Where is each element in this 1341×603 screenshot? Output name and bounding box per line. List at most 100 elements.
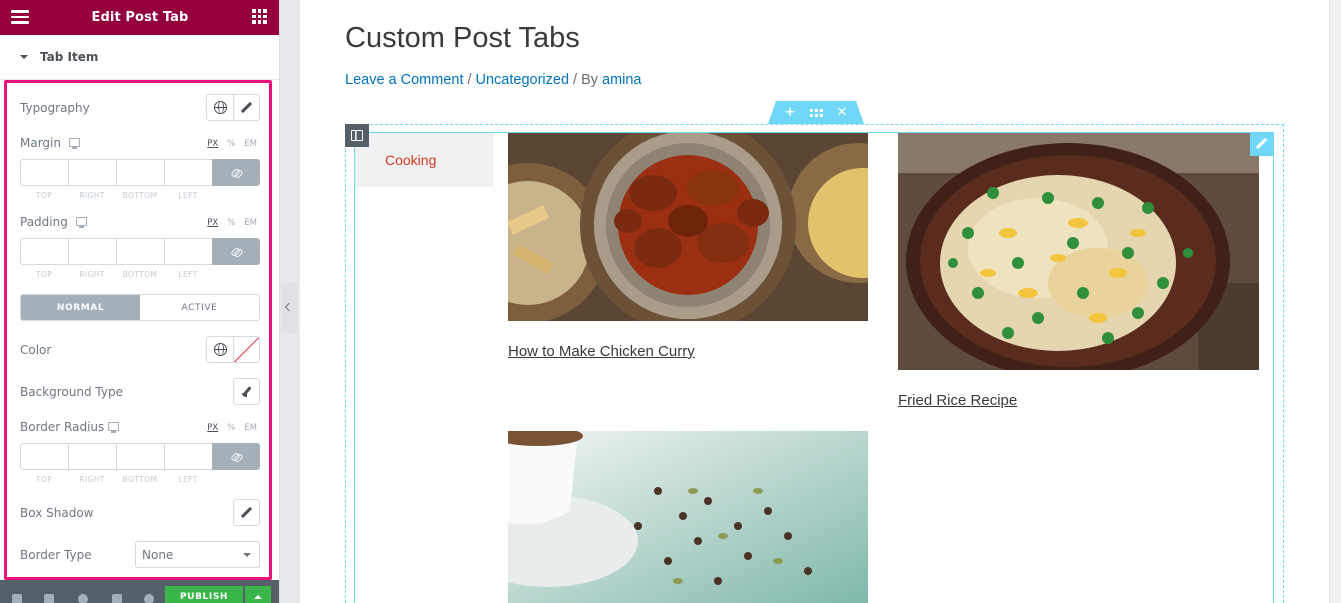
chicken-curry-photo (508, 133, 868, 321)
unit-em[interactable]: EM (244, 218, 257, 228)
radius-bottom-input[interactable] (116, 443, 164, 470)
radius-left-input[interactable] (164, 443, 212, 470)
panel-header: Edit Post Tab (0, 0, 279, 35)
navigator-icon[interactable] (44, 594, 54, 603)
author-link[interactable]: amina (602, 72, 642, 88)
padding-right-input[interactable] (68, 238, 116, 265)
leave-comment-link[interactable]: Leave a Comment (345, 72, 463, 88)
color-global-button[interactable] (206, 336, 233, 363)
add-section-icon[interactable]: + (785, 105, 796, 120)
padding-left-input[interactable] (164, 238, 212, 265)
edit-widget-button[interactable] (1250, 132, 1274, 156)
publish-button[interactable]: PUBLISH (165, 586, 243, 603)
meta-separator: / (467, 72, 472, 88)
margin-right-input[interactable] (68, 159, 116, 186)
padding-top-input[interactable] (20, 238, 68, 265)
section-title: Tab Item (40, 50, 99, 64)
unit-em[interactable]: EM (244, 139, 257, 149)
margin-dimensions (20, 159, 260, 186)
highlight-box (4, 80, 272, 580)
dim-label-top: TOP (35, 475, 53, 484)
margin-left-input[interactable] (164, 159, 212, 186)
section-handle: + ✕ (768, 101, 864, 124)
border-type-value: None (142, 547, 174, 562)
hamburger-menu-icon[interactable] (11, 10, 29, 24)
caret-down-icon (20, 55, 28, 59)
post-title-link[interactable]: How to Make Chicken Curry (508, 343, 695, 360)
page-title: Custom Post Tabs (345, 22, 580, 54)
globe-icon (213, 101, 227, 114)
desktop-icon[interactable] (108, 422, 119, 433)
preview-scrollbar[interactable] (1329, 0, 1341, 603)
panel-footer: PUBLISH (0, 580, 279, 603)
tea-cloves-image[interactable] (508, 431, 868, 603)
margin-top-input[interactable] (20, 159, 68, 186)
editor-panel: Edit Post Tab Tab Item Typography Margin… (0, 0, 280, 603)
box-shadow-edit-button[interactable] (233, 499, 260, 526)
desktop-icon[interactable] (76, 217, 87, 228)
margin-bottom-input[interactable] (116, 159, 164, 186)
category-link[interactable]: Uncategorized (476, 72, 570, 88)
box-shadow-label: Box Shadow (20, 506, 94, 520)
margin-link-button[interactable] (212, 159, 260, 186)
radius-dim-labels: TOP RIGHT BOTTOM LEFT (20, 475, 212, 484)
background-type-button[interactable] (233, 378, 260, 405)
responsive-icon[interactable] (112, 594, 122, 603)
fried-rice-photo (898, 133, 1259, 370)
drag-section-icon[interactable] (809, 108, 823, 117)
unit-percent[interactable]: % (227, 423, 235, 433)
unit-px[interactable]: PX (207, 139, 218, 149)
unit-em[interactable]: EM (244, 423, 257, 433)
post-meta: Leave a Comment / Uncategorized / By ami… (345, 72, 642, 88)
unit-px[interactable]: PX (207, 423, 218, 433)
preview-eye-icon[interactable] (144, 594, 154, 603)
panel-title: Edit Post Tab (91, 10, 189, 25)
meta-by: / By (573, 72, 598, 88)
tab-normal[interactable]: NORMAL (21, 295, 140, 320)
color-label: Color (20, 343, 52, 357)
unit-percent[interactable]: % (227, 218, 235, 228)
preview-canvas: Custom Post Tabs Leave a Comment / Uncat… (300, 0, 1329, 603)
dim-label-bottom: BOTTOM (122, 475, 158, 484)
padding-label: Padding (20, 215, 68, 229)
unit-px[interactable]: PX (207, 218, 218, 228)
border-type-select[interactable]: None (135, 541, 260, 568)
history-icon[interactable] (78, 594, 88, 603)
tab-active[interactable]: ACTIVE (140, 295, 259, 320)
padding-dimensions (20, 238, 260, 265)
padding-link-button[interactable] (212, 238, 260, 265)
typography-global-button[interactable] (206, 94, 233, 121)
tab-cooking[interactable]: Cooking (355, 133, 493, 187)
dim-label-left: LEFT (178, 475, 198, 484)
post-title-link[interactable]: Fried Rice Recipe (898, 392, 1017, 409)
color-picker-button[interactable] (233, 336, 260, 363)
radius-link-button[interactable] (212, 443, 260, 470)
globe-icon (213, 343, 227, 356)
collapse-panel-button[interactable] (281, 283, 298, 333)
section-toggle-tab-item[interactable]: Tab Item (0, 35, 279, 80)
unit-percent[interactable]: % (227, 139, 235, 149)
widgets-grid-icon[interactable] (252, 9, 267, 24)
desktop-icon[interactable] (69, 138, 80, 149)
publish-options-button[interactable] (245, 586, 271, 603)
radius-right-input[interactable] (68, 443, 116, 470)
dim-label-right: RIGHT (79, 191, 105, 200)
pencil-icon (1256, 138, 1268, 150)
chicken-curry-image[interactable] (508, 133, 868, 321)
delete-section-icon[interactable]: ✕ (837, 105, 848, 120)
padding-units: PX % EM (207, 218, 257, 228)
radius-top-input[interactable] (20, 443, 68, 470)
border-radius-label: Border Radius (20, 420, 105, 434)
typography-edit-button[interactable] (233, 94, 260, 121)
border-radius-dimensions (20, 443, 260, 470)
fried-rice-image[interactable] (898, 133, 1259, 370)
link-icon (231, 167, 242, 178)
column-handle-icon[interactable] (345, 124, 369, 147)
padding-bottom-input[interactable] (116, 238, 164, 265)
brush-icon (241, 387, 252, 397)
dim-label-bottom: BOTTOM (122, 270, 158, 279)
settings-icon[interactable] (12, 594, 22, 603)
dim-label-top: TOP (35, 270, 53, 279)
padding-dim-labels: TOP RIGHT BOTTOM LEFT (20, 270, 212, 279)
dim-label-left: LEFT (178, 270, 198, 279)
